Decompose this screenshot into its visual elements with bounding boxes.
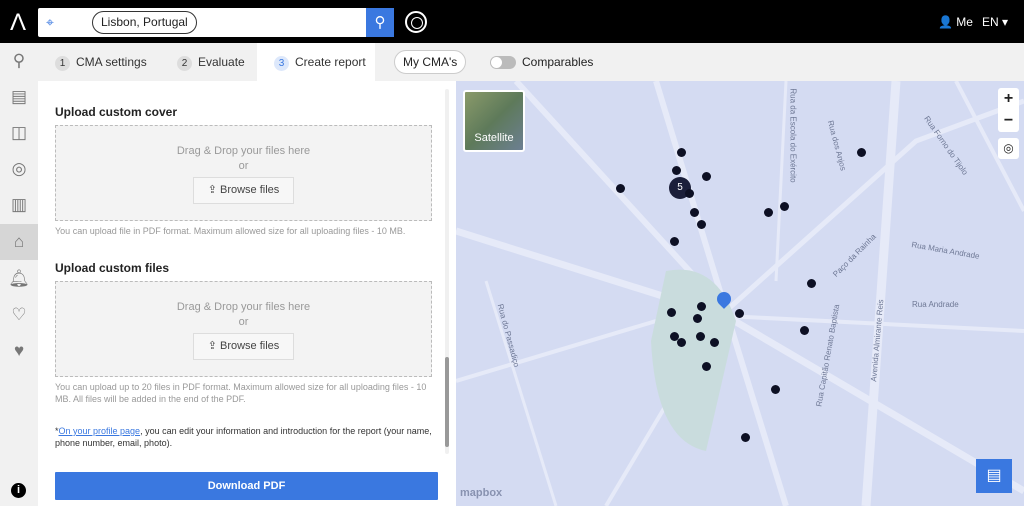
property-marker[interactable] <box>701 171 711 181</box>
location-search[interactable]: ⌖ Lisbon, Portugal ⚲ <box>38 8 394 37</box>
language-label: EN <box>982 15 999 29</box>
user-menu[interactable]: 👤 Me <box>938 15 973 29</box>
files-note: You can upload up to 20 files in PDF for… <box>55 382 427 404</box>
report-panel: Upload custom cover Drag & Drop your fil… <box>38 81 456 506</box>
step-number: 3 <box>274 56 289 71</box>
reset-icon[interactable] <box>405 11 427 33</box>
satellite-toggle[interactable]: Satellite <box>463 90 525 152</box>
property-marker[interactable] <box>740 432 750 442</box>
tab-evaluate[interactable]: 2 Evaluate <box>177 43 245 81</box>
tab-label: Evaluate <box>198 55 245 69</box>
top-bar: Λ ⌖ Lisbon, Portugal ⚲ 👤 Me EN ▾ <box>0 0 1024 43</box>
browse-label: Browse files <box>219 184 280 196</box>
property-marker[interactable] <box>689 207 699 217</box>
files-heading: Upload custom files <box>55 261 170 275</box>
globe-doc-icon[interactable]: ◫ <box>0 115 38 151</box>
property-marker[interactable] <box>615 183 625 193</box>
home-valuation-icon[interactable]: ⌂ <box>0 224 38 260</box>
map[interactable]: Paço da Rainha Rua Maria Andrade Rua And… <box>456 81 1024 506</box>
property-marker[interactable] <box>676 147 686 157</box>
file-upload-icon: ⇪ <box>207 184 217 196</box>
file-upload-icon: ⇪ <box>207 340 217 352</box>
property-marker[interactable] <box>806 278 816 288</box>
bell-icon[interactable]: 🔔︎ <box>0 261 38 297</box>
property-marker[interactable] <box>709 337 719 347</box>
profile-page-link[interactable]: On your profile page <box>59 426 141 436</box>
zoom-out-button[interactable]: − <box>998 110 1019 132</box>
or-text: or <box>238 160 249 172</box>
property-marker[interactable] <box>770 384 780 394</box>
tab-label: CMA settings <box>76 55 147 69</box>
files-dropzone[interactable]: Drag & Drop your files here or ⇪ Browse f… <box>55 281 432 377</box>
browse-label: Browse files <box>219 340 280 352</box>
heart-icon[interactable]: ♡ <box>0 297 38 333</box>
cover-heading: Upload custom cover <box>55 105 178 119</box>
drop-text: Drag & Drop your files here <box>176 145 311 157</box>
property-marker[interactable] <box>701 361 711 371</box>
cover-note: You can upload file in PDF format. Maxim… <box>55 226 406 236</box>
zoom-controls: + − <box>998 88 1019 132</box>
chart-icon[interactable]: ▥ <box>0 187 38 223</box>
step-number: 1 <box>55 56 70 71</box>
download-pdf-button[interactable]: Download PDF <box>55 472 438 500</box>
search-icon[interactable]: ⚲ <box>0 43 38 79</box>
comparables-label: Comparables <box>522 55 594 69</box>
street-label: Rua Andrade <box>912 300 959 309</box>
panel-scrollbar[interactable] <box>445 89 449 454</box>
geolocate-button[interactable]: ◎ <box>998 138 1019 159</box>
app-logo[interactable]: Λ <box>10 9 26 37</box>
property-marker[interactable] <box>799 325 809 335</box>
mapbox-logo[interactable]: mapbox <box>460 487 502 499</box>
property-marker[interactable] <box>696 219 706 229</box>
property-marker[interactable] <box>692 313 702 323</box>
street-network <box>456 81 1024 506</box>
analytics-search-icon[interactable]: ◎ <box>0 151 38 187</box>
property-marker[interactable] <box>856 147 866 157</box>
property-marker[interactable] <box>734 308 744 318</box>
property-marker[interactable] <box>695 331 705 341</box>
chat-button[interactable]: ▤ <box>976 459 1012 493</box>
search-button[interactable]: ⚲ <box>366 8 394 37</box>
scrollbar-thumb[interactable] <box>445 357 449 447</box>
property-marker[interactable] <box>669 236 679 246</box>
browse-files-button[interactable]: ⇪ Browse files <box>193 333 294 360</box>
property-marker[interactable] <box>676 337 686 347</box>
zoom-in-button[interactable]: + <box>998 88 1019 110</box>
property-marker[interactable] <box>696 301 706 311</box>
cover-dropzone[interactable]: Drag & Drop your files here or ⇪ Browse f… <box>55 125 432 221</box>
handshake-icon[interactable]: ♥ <box>0 333 38 369</box>
info-icon[interactable]: i <box>11 483 26 498</box>
location-chip[interactable]: Lisbon, Portugal <box>92 11 197 34</box>
or-text: or <box>238 316 249 328</box>
drop-text: Drag & Drop your files here <box>176 301 311 313</box>
tab-bar: 1 CMA settings 2 Evaluate 3 Create report M… <box>38 43 1024 81</box>
street-label: Rua da Escola do Exército <box>788 88 798 183</box>
step-number: 2 <box>177 56 192 71</box>
property-marker[interactable] <box>666 307 676 317</box>
property-marker[interactable] <box>671 165 681 175</box>
chat-icon: ▤ <box>986 467 1002 484</box>
browse-files-button[interactable]: ⇪ Browse files <box>193 177 294 204</box>
tab-label: Create report <box>295 55 366 69</box>
property-marker[interactable] <box>763 207 773 217</box>
my-cmas-button[interactable]: My CMA's <box>394 50 467 74</box>
sidebar: ⚲ ▤ ◫ ◎ ▥ ⌂ 🔔︎ ♡ ♥ i <box>0 43 38 506</box>
map-icon[interactable]: ⌖ <box>46 14 54 31</box>
property-marker[interactable] <box>779 201 789 211</box>
tab-cma-settings[interactable]: 1 CMA settings <box>55 43 157 81</box>
comparables-toggle[interactable] <box>490 56 516 69</box>
user-label: Me <box>956 15 973 29</box>
report-search-icon[interactable]: ▤ <box>0 79 38 115</box>
profile-note: *On your profile page, you can edit your… <box>55 426 432 448</box>
language-select[interactable]: EN ▾ <box>982 15 1008 29</box>
property-marker[interactable] <box>684 188 694 198</box>
tab-create-report[interactable]: 3 Create report <box>257 43 375 81</box>
